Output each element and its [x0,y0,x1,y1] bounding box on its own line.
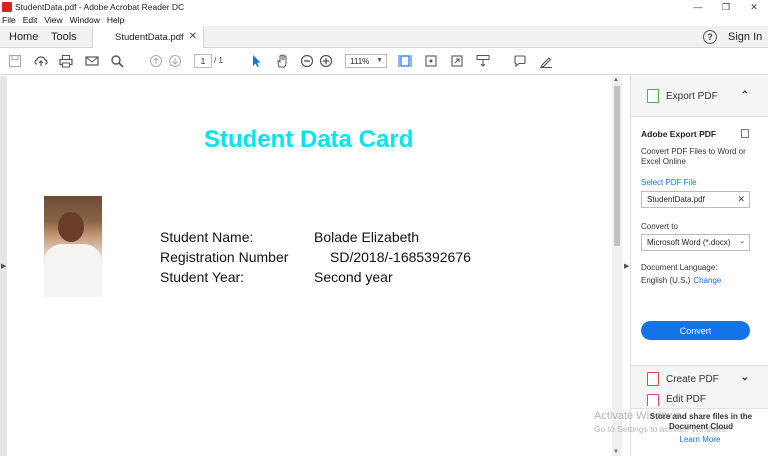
page-number-input[interactable]: 1 [194,54,212,68]
edit-pdf-icon [647,394,659,406]
window-title: StudentData.pdf - Adobe Acrobat Reader D… [15,2,185,12]
zoom-in-icon[interactable] [318,53,334,69]
page-total: / 1 [214,56,223,65]
photo-shirt [44,244,102,297]
tab-document[interactable]: StudentData.pdf ✕ [92,26,204,49]
document-title: Student Data Card [204,126,414,153]
cloud-upload-icon[interactable] [33,53,49,69]
document-language-label: Document Language: [641,263,718,272]
export-description: Convert PDF Files to Word or Excel Onlin… [641,147,746,166]
menu-view[interactable]: View [44,15,62,25]
email-icon[interactable] [84,53,100,69]
save-icon[interactable] [7,53,23,69]
remove-file-icon[interactable]: ✕ [737,194,745,205]
print-icon[interactable] [58,53,74,69]
close-tab-icon[interactable]: ✕ [189,31,197,42]
edit-pdf-label: Edit PDF [666,394,707,405]
right-pane-toggle-icon[interactable]: ▶ [624,262,629,270]
acrobat-window: StudentData.pdf - Adobe Acrobat Reader D… [0,0,768,456]
create-pdf-item[interactable]: Create PDF ⌄ [631,370,768,392]
edit-pdf-item[interactable]: Edit PDF [631,392,768,406]
student-year-label: Student Year: [160,269,245,285]
rotate-view-icon[interactable] [423,53,439,69]
select-file-link[interactable]: Select PDF File [641,178,697,187]
title-bar: StudentData.pdf - Adobe Acrobat Reader D… [0,0,768,14]
registration-number-label: Registration Number [160,249,289,265]
close-window-button[interactable]: ✕ [740,0,768,14]
student-name-label: Student Name: [160,229,254,245]
chevron-down-icon[interactable]: ⌄ [741,372,749,383]
zoom-out-icon[interactable] [299,53,315,69]
export-pdf-panel: Adobe Export PDF Convert PDF Files to Wo… [631,116,768,366]
tab-home[interactable]: Home [9,26,38,48]
export-pdf-header[interactable]: Export PDF ⌃ [631,86,768,108]
sign-in-link[interactable]: Sign In [728,31,762,43]
vertical-scrollbar[interactable]: ▲ ▼ [612,76,622,456]
sign-pen-icon[interactable] [538,53,554,69]
select-cursor-icon[interactable] [248,53,264,69]
full-screen-icon[interactable] [449,53,465,69]
create-pdf-icon [647,372,659,386]
export-title: Adobe Export PDF [641,129,717,139]
create-pdf-label: Create PDF [666,374,719,385]
convert-to-value: Microsoft Word (*.docx) [647,238,731,247]
registration-number-value: SD/2018/-1685392676 [330,249,471,265]
minimize-button[interactable]: — [684,0,712,14]
scroll-down-icon[interactable]: ▼ [613,449,619,455]
convert-to-label: Convert to [641,222,678,231]
menu-window[interactable]: Window [70,15,100,25]
change-language-link[interactable]: Change [693,276,721,285]
document-language-value: English (U.S.) [641,276,691,285]
learn-more-link[interactable]: Learn More [631,435,768,444]
activate-windows-subtext: Go to Settings to activate Windows. [594,424,729,434]
zoom-value: 111% [350,56,370,66]
left-pane-toggle-icon[interactable]: ▶ [1,262,6,270]
scrollbar-thumb[interactable] [614,86,620,246]
next-page-icon[interactable] [167,53,183,69]
help-icon[interactable]: ? [703,30,717,44]
selected-file-field[interactable]: StudentData.pdf ✕ [641,191,750,208]
tab-tools[interactable]: Tools [51,26,77,48]
menu-help[interactable]: Help [107,15,124,25]
scroll-up-icon[interactable]: ▲ [613,77,619,83]
menu-edit[interactable]: Edit [23,15,38,25]
document-tab-label: StudentData.pdf [115,32,184,43]
student-photo [44,196,102,297]
acrobat-app-icon [2,2,12,12]
search-icon[interactable] [109,53,125,69]
activate-windows-watermark: Activate Windows [594,410,681,422]
fit-page-icon[interactable] [397,53,413,69]
tools-pane: Export PDF ⌃ Adobe Export PDF Convert PD… [630,76,768,456]
student-year-value: Second year [314,269,393,285]
document-language: English (U.S.) Change [641,276,721,285]
copy-icon[interactable] [741,129,749,138]
zoom-select[interactable]: 111% ▼ [345,54,387,68]
selected-file-name: StudentData.pdf [647,195,705,204]
scroll-mode-icon[interactable] [475,53,491,69]
chevron-up-icon[interactable]: ⌃ [741,90,749,101]
hand-tool-icon[interactable] [274,53,290,69]
tab-bar: Home Tools StudentData.pdf ✕ [0,26,768,49]
export-pdf-icon [647,89,659,103]
photo-face [58,212,84,242]
menu-file[interactable]: File [2,15,16,25]
chevron-down-icon: ▼ [376,57,383,64]
previous-page-icon[interactable] [148,53,164,69]
export-pdf-label: Export PDF [666,91,718,102]
student-name-value: Bolade Elizabeth [314,229,420,245]
restore-button[interactable]: ❐ [712,0,740,14]
comment-icon[interactable] [512,53,528,69]
chevron-down-icon: ⌄ [739,238,745,245]
convert-button[interactable]: Convert [641,321,750,340]
convert-to-dropdown[interactable]: Microsoft Word (*.docx) ⌄ [641,234,750,251]
menu-bar: File Edit View Window Help [0,14,768,26]
